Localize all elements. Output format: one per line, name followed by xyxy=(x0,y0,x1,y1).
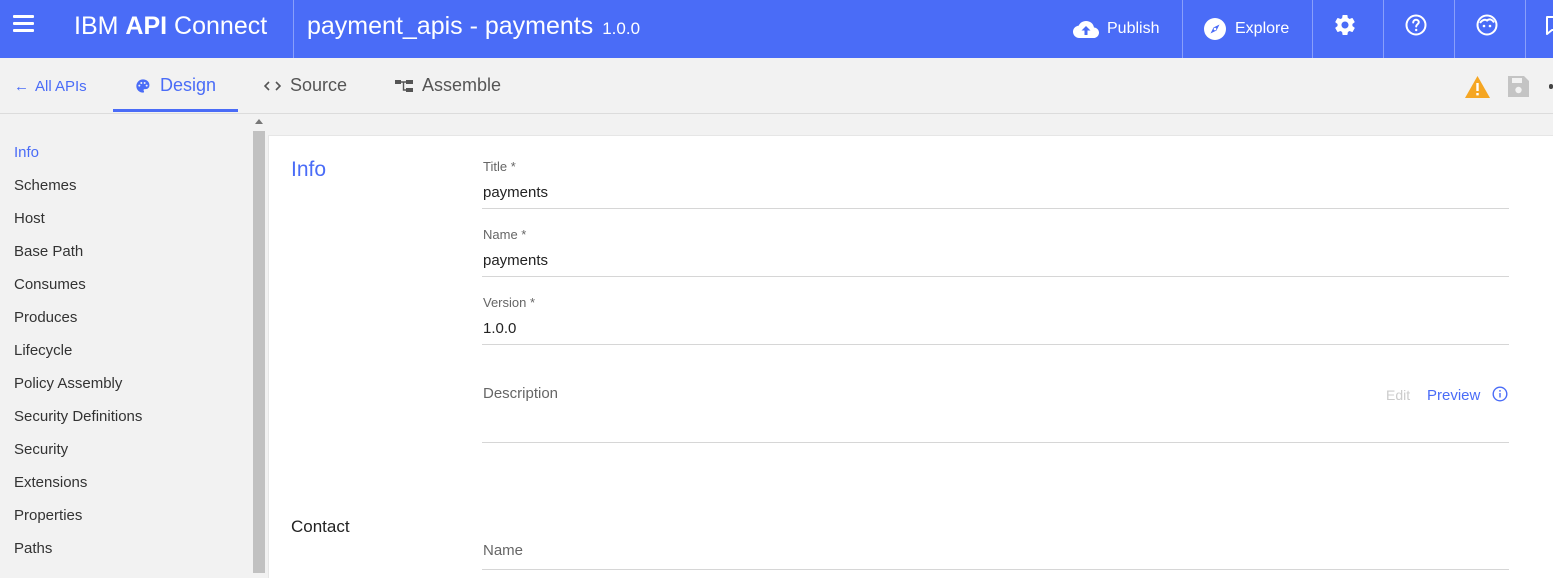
title-label: Title * xyxy=(483,159,516,174)
sidebar-item-extensions[interactable]: Extensions xyxy=(0,472,252,505)
assemble-icon xyxy=(395,79,413,92)
compass-icon xyxy=(1204,18,1226,40)
warning-icon[interactable] xyxy=(1465,76,1490,98)
api-title-text: payment_apis - payments xyxy=(307,12,594,40)
code-icon xyxy=(264,80,281,91)
all-apis-link[interactable]: ← All APIs xyxy=(14,78,87,95)
sidebar-item-consumes[interactable]: Consumes xyxy=(0,274,252,307)
chat-icon[interactable] xyxy=(1545,13,1553,37)
tab-design[interactable]: Design xyxy=(135,58,216,113)
sidebar-list: Info Schemes Host Base Path Consumes Pro… xyxy=(0,115,252,571)
tab-assemble[interactable]: Assemble xyxy=(395,58,501,113)
divider xyxy=(1182,0,1183,58)
publish-label: Publish xyxy=(1107,20,1160,37)
title-field[interactable]: Title * payments xyxy=(482,157,1509,209)
explore-label: Explore xyxy=(1235,20,1290,37)
active-tab-indicator xyxy=(113,109,238,112)
description-field[interactable]: Description Edit Preview xyxy=(482,374,1509,443)
version-field[interactable]: Version * 1.0.0 xyxy=(482,293,1509,345)
sidebar-item-produces[interactable]: Produces xyxy=(0,307,252,340)
sidebar-item-security[interactable]: Security xyxy=(0,439,252,472)
sidebar-item-properties[interactable]: Properties xyxy=(0,505,252,538)
description-label: Description xyxy=(483,385,559,402)
version-value[interactable]: 1.0.0 xyxy=(483,320,516,337)
menu-icon[interactable] xyxy=(13,15,35,33)
scroll-up-arrow-icon[interactable] xyxy=(255,119,263,124)
divider xyxy=(1454,0,1455,58)
user-avatar-icon[interactable] xyxy=(1475,13,1499,37)
sidebar-item-policy-assembly[interactable]: Policy Assembly xyxy=(0,373,252,406)
brand-suffix: Connect xyxy=(174,12,268,40)
tab-source[interactable]: Source xyxy=(264,58,347,113)
name-field[interactable]: Name * payments xyxy=(482,225,1509,277)
sidebar-item-security-definitions[interactable]: Security Definitions xyxy=(0,406,252,439)
explore-button[interactable]: Explore xyxy=(1203,0,1289,58)
contact-name-field[interactable]: Name xyxy=(482,532,1509,570)
divider xyxy=(1525,0,1526,58)
sidebar: Info Schemes Host Base Path Consumes Pro… xyxy=(0,115,252,578)
gear-icon[interactable] xyxy=(1333,13,1357,37)
top-bar: IBM API Connect payment_apis - payments … xyxy=(0,0,1553,58)
sidebar-item-base-path[interactable]: Base Path xyxy=(0,241,252,274)
sidebar-item-info[interactable]: Info xyxy=(0,142,252,175)
sidebar-item-lifecycle[interactable]: Lifecycle xyxy=(0,340,252,373)
all-apis-label: All APIs xyxy=(35,78,87,95)
description-edit-button[interactable]: Edit xyxy=(1386,387,1410,403)
info-icon[interactable] xyxy=(1492,386,1508,402)
tab-assemble-label: Assemble xyxy=(422,75,502,95)
info-section-title: Info xyxy=(291,158,327,181)
cloud-upload-icon xyxy=(1073,21,1099,38)
api-title: payment_apis - payments 1.0.0 xyxy=(307,12,640,41)
sidebar-item-schemes[interactable]: Schemes xyxy=(0,175,252,208)
tab-design-label: Design xyxy=(160,75,217,95)
divider xyxy=(293,0,294,58)
scroll-thumb[interactable] xyxy=(253,131,265,573)
more-icon[interactable] xyxy=(1549,84,1553,89)
brand-prefix: IBM xyxy=(74,12,119,40)
divider xyxy=(1312,0,1313,58)
description-preview-button[interactable]: Preview xyxy=(1427,387,1480,404)
tab-source-label: Source xyxy=(290,75,348,95)
app-brand: IBM API Connect xyxy=(74,12,267,41)
publish-button[interactable]: Publish xyxy=(1073,0,1159,58)
sub-nav: ← All APIs Design Source Assemble xyxy=(0,58,1553,114)
info-panel: Info Title * payments Name * payments Ve… xyxy=(268,135,1553,578)
version-label: Version * xyxy=(483,295,536,310)
divider xyxy=(1383,0,1384,58)
contact-name-label: Name xyxy=(483,542,524,559)
name-label: Name * xyxy=(483,227,527,242)
save-icon[interactable] xyxy=(1508,76,1529,97)
arrow-left-icon: ← xyxy=(14,78,29,95)
sidebar-scrollbar[interactable] xyxy=(252,115,266,578)
contact-section-title: Contact xyxy=(291,517,350,536)
name-value[interactable]: payments xyxy=(483,252,548,269)
api-version: 1.0.0 xyxy=(602,19,641,38)
brand-bold: API xyxy=(125,12,168,40)
title-value[interactable]: payments xyxy=(483,184,548,201)
help-icon[interactable] xyxy=(1404,13,1428,37)
sidebar-item-host[interactable]: Host xyxy=(0,208,252,241)
palette-icon xyxy=(136,78,150,93)
sidebar-item-paths[interactable]: Paths xyxy=(0,538,252,571)
